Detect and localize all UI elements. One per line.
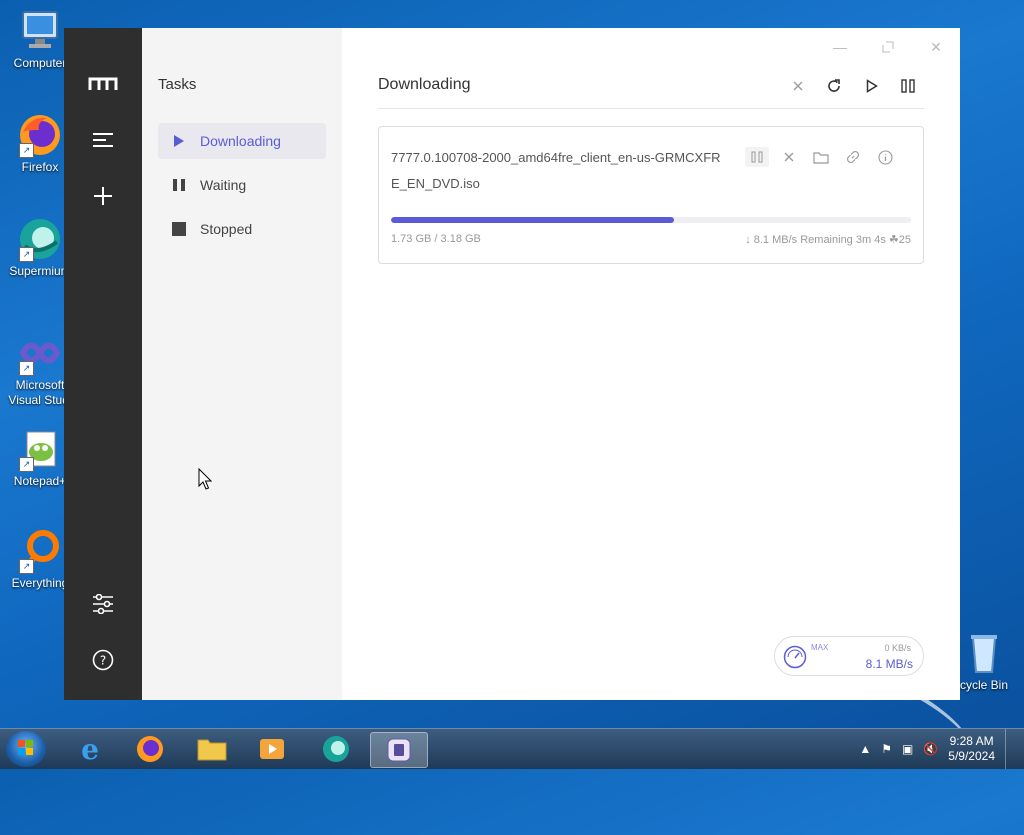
sidebar-item-downloading[interactable]: Downloading <box>158 123 326 159</box>
shortcut-arrow-icon: ↗ <box>19 143 34 158</box>
show-desktop-button[interactable] <box>1005 729 1016 769</box>
page-title: Downloading <box>378 76 471 93</box>
task-info-icon[interactable] <box>873 147 897 167</box>
firefox-icon: ↗ <box>17 112 63 158</box>
taskbar-file-explorer[interactable] <box>186 732 238 766</box>
taskbar-supermium[interactable] <box>310 732 362 766</box>
open-folder-icon[interactable] <box>809 147 833 167</box>
network-icon[interactable]: ▣ <box>902 742 913 756</box>
task-connections: 25 <box>898 234 911 246</box>
task-stats: ↓ 8.1 MB/s Remaining 3m 4s ☘25 <box>745 233 911 246</box>
task-sidebar: Tasks Downloading Waiting Stopped <box>142 28 342 700</box>
download-task-card[interactable]: 7777.0.100708-2000_amd64fre_client_en-us… <box>378 126 924 264</box>
mouse-cursor-icon <box>198 467 213 495</box>
speed-max-label: MAX <box>811 643 829 652</box>
supermium-icon: ↗ <box>17 216 63 262</box>
system-clock[interactable]: 9:28 AM 5/9/2024 <box>948 734 995 764</box>
pause-all-button[interactable] <box>896 74 920 98</box>
task-remaining: Remaining 3m 4s <box>800 234 886 246</box>
task-filename: 7777.0.100708-2000_amd64fre_client_en-us… <box>391 150 721 191</box>
nav-rail: ? <box>64 28 142 700</box>
copy-link-icon[interactable] <box>841 147 865 167</box>
download-speed: 8.1 MB/s <box>865 657 913 671</box>
sidebar-item-label: Downloading <box>200 133 281 149</box>
app-logo-icon[interactable] <box>88 69 118 99</box>
taskbar-firefox[interactable] <box>124 732 176 766</box>
upload-speed: 0 KB/s <box>884 643 911 653</box>
clock-time: 9:28 AM <box>949 734 994 748</box>
resume-all-button[interactable] <box>860 74 884 98</box>
delete-all-button[interactable] <box>786 74 810 98</box>
sidebar-title: Tasks <box>158 76 197 93</box>
close-window-button[interactable]: ✕ <box>924 36 948 58</box>
help-icon[interactable]: ? <box>88 645 118 675</box>
preferences-icon[interactable] <box>88 589 118 619</box>
shortcut-arrow-icon: ↗ <box>19 559 34 574</box>
shortcut-arrow-icon: ↗ <box>19 247 34 262</box>
task-actions <box>745 147 897 167</box>
action-center-flag-icon[interactable]: ⚑ <box>881 742 892 756</box>
sidebar-item-label: Stopped <box>200 221 253 237</box>
pause-task-icon[interactable] <box>745 147 769 167</box>
task-list-header: Downloading <box>378 72 924 109</box>
speedometer[interactable]: MAX 0 KB/s 8.1 MB/s <box>774 636 924 676</box>
show-hidden-icons-icon[interactable]: ▲ <box>859 742 871 756</box>
notepad-plus-plus-icon: ↗ <box>17 426 63 472</box>
play-icon <box>158 134 200 148</box>
pause-icon <box>158 178 200 192</box>
everything-search-icon: ↗ <box>17 528 63 574</box>
sidebar-item-waiting[interactable]: Waiting <box>158 167 326 203</box>
main-panel: — ✕ Downloading 7777.0.100708-2000_amd64… <box>342 28 960 700</box>
shortcut-arrow-icon: ↗ <box>19 361 34 376</box>
internet-explorer-icon: e <box>81 734 99 764</box>
delete-task-icon[interactable] <box>777 147 801 167</box>
system-tray: ▲ ⚑ ▣ 🔇 9:28 AM 5/9/2024 <box>859 729 1016 769</box>
task-speed: 8.1 MB/s <box>753 234 798 246</box>
maximize-button[interactable] <box>876 36 900 58</box>
download-arrow-icon: ↓ <box>745 234 751 246</box>
start-button[interactable] <box>6 731 46 767</box>
taskbar-media-player[interactable] <box>246 732 298 766</box>
sidebar-item-stopped[interactable]: Stopped <box>158 211 326 247</box>
sidebar-item-label: Waiting <box>200 177 247 193</box>
stop-icon <box>158 222 200 236</box>
speedometer-icon <box>783 645 807 674</box>
svg-text:?: ? <box>100 654 106 668</box>
svg-text:e: e <box>81 734 99 764</box>
refresh-button[interactable] <box>822 74 846 98</box>
clock-date: 5/9/2024 <box>948 749 995 763</box>
recycle-bin-icon <box>961 630 1007 676</box>
computer-icon <box>17 8 63 54</box>
supermium-icon <box>323 736 349 762</box>
media-player-icon <box>260 739 284 759</box>
taskbar-motrix[interactable] <box>370 732 428 768</box>
menu-icon[interactable] <box>88 125 118 155</box>
folder-icon <box>197 739 227 761</box>
motrix-icon <box>387 738 411 762</box>
minimize-button[interactable]: — <box>828 36 852 58</box>
shortcut-arrow-icon: ↗ <box>19 457 34 472</box>
add-task-icon[interactable] <box>88 181 118 211</box>
motrix-window: ? Tasks Downloading Waiting Stopped — ✕ … <box>64 28 960 700</box>
taskbar: e ▲ ⚑ ▣ 🔇 9:28 AM 5/9/2024 <box>0 728 1024 769</box>
firefox-icon <box>137 736 163 762</box>
visual-studio-icon: ↗ <box>17 330 63 376</box>
task-progress-fill <box>391 217 674 223</box>
taskbar-internet-explorer[interactable]: e <box>64 732 116 766</box>
volume-muted-icon[interactable]: 🔇 <box>923 742 938 756</box>
connections-icon: ☘ <box>888 234 899 246</box>
task-progress-bar <box>391 217 911 223</box>
task-size: 1.73 GB / 3.18 GB <box>391 233 481 245</box>
